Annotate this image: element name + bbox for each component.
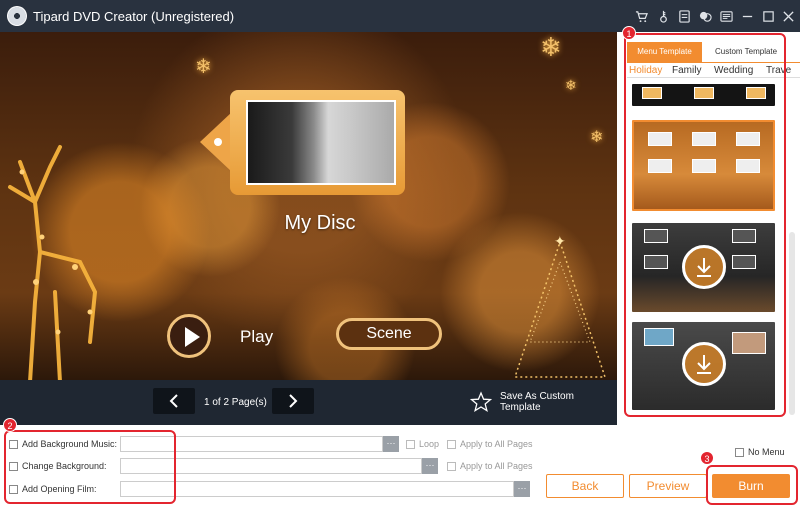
apply-all-music-checkbox[interactable] [447,439,456,449]
star-icon [470,391,492,412]
snowflake-icon: ❄ [565,77,577,93]
play-label[interactable]: Play [240,327,273,347]
chat-icon[interactable] [696,7,714,25]
bottom-options: Add Background Music: ··· Loop Apply to … [0,425,800,512]
maximize-icon[interactable] [759,7,777,25]
category-holiday[interactable]: Holiday [629,65,662,76]
category-family[interactable]: Family [672,65,701,76]
video-thumbnail[interactable] [246,100,396,185]
template-thumbnail-selected[interactable] [632,120,775,211]
tab-menu-template[interactable]: Menu Template [627,42,702,62]
pager-bar: 1 of 2 Page(s) Save As Custom Template [0,380,617,425]
menu-icon[interactable] [717,7,735,25]
change-background-checkbox[interactable] [9,461,18,471]
template-thumbnail[interactable] [632,84,775,106]
template-panel: Menu Template Custom Template Holiday Fa… [617,32,800,425]
loop-checkbox[interactable] [406,439,415,449]
disc-title[interactable]: My Disc [220,212,420,235]
burn-button[interactable]: Burn [712,474,790,498]
opening-film-option: Add Opening Film: [9,481,97,497]
play-button[interactable] [167,314,211,358]
background-music-browse-button[interactable]: ··· [383,436,399,452]
close-icon[interactable] [779,7,797,25]
annotation-number: 2 [3,418,17,432]
prev-page-button[interactable] [153,388,195,414]
template-thumbnail[interactable] [632,322,775,410]
loop-option: Loop [406,439,439,449]
save-as-custom-template-button[interactable]: Save As Custom Template [470,391,617,413]
app-title: Tipard DVD Creator (Unregistered) [33,9,235,24]
no-menu-option: No Menu [735,447,785,457]
preview-button[interactable]: Preview [629,474,707,498]
background-music-path-input[interactable] [120,436,383,452]
app-window: Tipard DVD Creator (Unregistered) ❄ ❄ ❄ [0,0,800,512]
annotation-number: 3 [700,451,714,465]
reindeer-illustration [8,145,98,380]
save-as-custom-template-label: Save As Custom Template [499,391,574,413]
change-background-label: Change Background: [22,461,107,471]
change-background-path-input[interactable] [120,458,422,474]
change-background-browse-button[interactable]: ··· [422,458,438,474]
template-thumbnail[interactable] [632,223,775,312]
download-icon[interactable] [682,245,726,289]
menu-preview: ❄ ❄ ❄ ❄ ✦ My Disc Play Scene [0,32,617,380]
document-icon[interactable] [675,7,693,25]
download-icon[interactable] [682,342,726,386]
svg-text:✦: ✦ [554,233,566,249]
scene-button[interactable]: Scene [336,318,442,350]
category-travel[interactable]: Trave [766,65,791,76]
category-tabs: Holiday Family Wedding Trave ◀▶ [627,62,800,78]
minimize-icon[interactable] [738,7,756,25]
apply-all-background-checkbox[interactable] [447,461,456,471]
background-music-option: Add Background Music: [9,436,117,452]
no-menu-label: No Menu [748,447,785,457]
background-music-checkbox[interactable] [9,439,18,449]
opening-film-checkbox[interactable] [9,484,18,494]
page-indicator: 1 of 2 Page(s) [204,397,267,408]
apply-all-background-option: Apply to All Pages [447,461,533,471]
background-music-label: Add Background Music: [22,439,118,449]
opening-film-path-input[interactable] [120,481,514,497]
template-list [629,80,777,415]
chevron-left-icon [169,394,178,408]
category-wedding[interactable]: Wedding [714,65,753,76]
title-tag-frame [200,90,405,195]
back-button[interactable]: Back [546,474,624,498]
apply-all-music-option: Apply to All Pages [447,439,533,449]
cart-icon[interactable] [632,7,650,25]
snowflake-icon: ❄ [540,32,562,62]
app-logo-icon [7,6,27,26]
title-bar: Tipard DVD Creator (Unregistered) [0,0,800,32]
opening-film-browse-button[interactable]: ··· [514,481,530,497]
loop-label: Loop [419,439,440,449]
apply-all-background-label: Apply to All Pages [460,461,533,471]
template-scrollbar[interactable] [789,232,795,415]
tab-custom-template[interactable]: Custom Template [715,42,800,62]
apply-all-music-label: Apply to All Pages [460,439,533,449]
christmas-tree-illustration: ✦ [513,233,607,378]
annotation-number: 1 [622,26,636,40]
no-menu-checkbox[interactable] [735,447,744,457]
key-icon[interactable] [654,7,672,25]
snowflake-icon: ❄ [195,56,212,78]
next-page-button[interactable] [272,388,314,414]
change-background-option: Change Background: [9,458,107,474]
chevron-right-icon [289,394,298,408]
opening-film-label: Add Opening Film: [22,484,97,494]
snowflake-icon: ❄ [590,129,604,146]
